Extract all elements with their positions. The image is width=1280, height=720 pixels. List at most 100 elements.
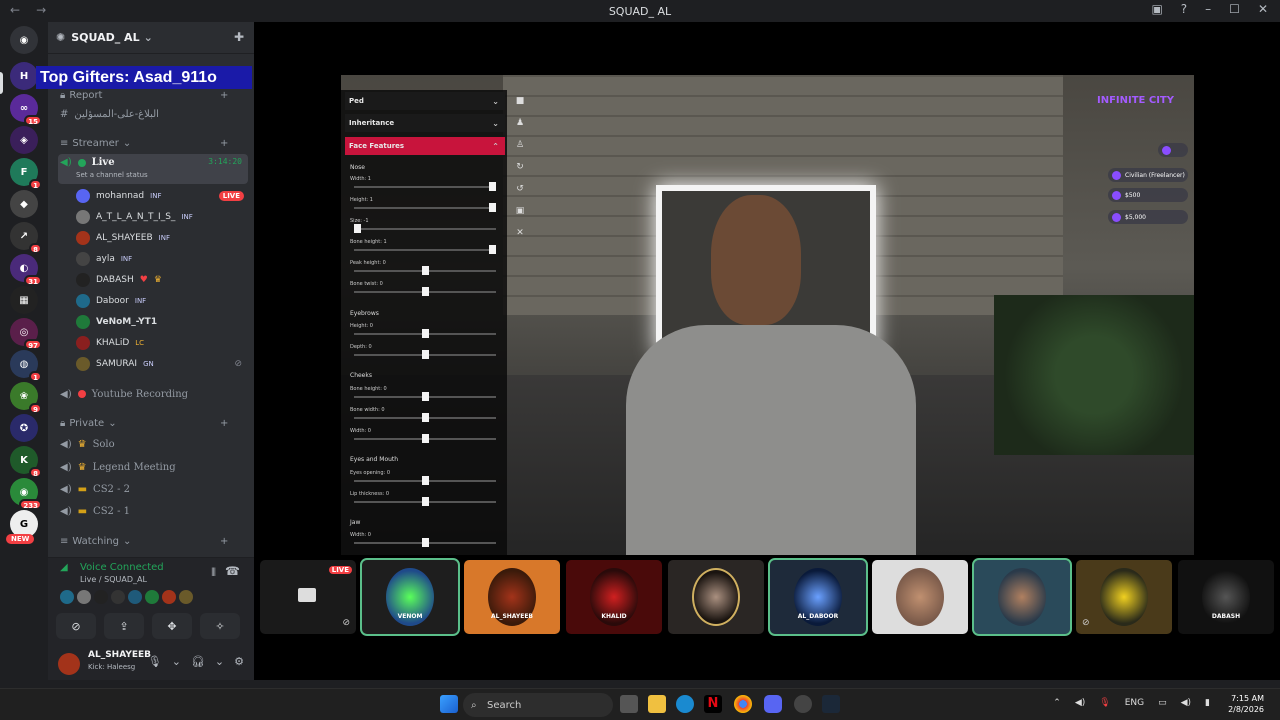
category-watching[interactable]: ≡ Watching ⌄ + bbox=[60, 536, 228, 547]
category-streamer[interactable]: ≡ Streamer ⌄ + bbox=[60, 138, 228, 149]
minimize-button[interactable]: – bbox=[1205, 2, 1211, 16]
soundboard-button[interactable]: ✧ bbox=[200, 613, 240, 639]
invite-people-icon[interactable]: ✚ bbox=[234, 30, 244, 44]
server-icon[interactable]: ◐ 31 bbox=[10, 254, 42, 286]
figure-icon[interactable]: ♙ bbox=[513, 138, 527, 152]
clock[interactable]: 7:15 AM 2/8/2026 bbox=[1228, 693, 1264, 715]
channel-live[interactable]: ◀) Live 3:14:20 Set a channel status bbox=[58, 154, 248, 184]
slider-row[interactable]: Width: 1 bbox=[350, 176, 501, 192]
add-channel-icon[interactable]: + bbox=[220, 90, 228, 101]
network-icon[interactable]: ▭ bbox=[1158, 698, 1167, 708]
server-icon[interactable]: ▦ bbox=[10, 286, 38, 314]
avatar[interactable] bbox=[77, 590, 91, 604]
voice-member[interactable]: mohannad INF LIVE bbox=[76, 186, 246, 206]
server-icon[interactable]: ◈ bbox=[10, 126, 38, 154]
server-icon[interactable]: ↗ 8 bbox=[10, 222, 42, 254]
tab-face-features[interactable]: Face Features ⌃ bbox=[345, 137, 505, 155]
server-icon[interactable]: H bbox=[10, 62, 38, 90]
slider-handle[interactable] bbox=[354, 224, 361, 233]
slider-row[interactable]: Height: 0 bbox=[350, 323, 501, 339]
slider-handle[interactable] bbox=[489, 203, 496, 212]
voice-member[interactable]: KHALiD LC bbox=[76, 333, 246, 353]
camera-icon[interactable]: ■ bbox=[513, 94, 527, 108]
avatar[interactable] bbox=[58, 652, 80, 675]
participant-tile-samurai[interactable]: ⊘ bbox=[1076, 560, 1172, 634]
slider-handle[interactable] bbox=[421, 266, 429, 275]
netflix-icon[interactable]: N bbox=[704, 695, 722, 713]
slider-row[interactable]: Height: 1 bbox=[350, 197, 501, 213]
server-icon[interactable]: ❀ 9 bbox=[10, 382, 42, 414]
voice-member[interactable]: SAMURAI GN ⊘ bbox=[76, 354, 246, 374]
slider-track[interactable] bbox=[354, 228, 496, 230]
slider-track[interactable] bbox=[354, 249, 496, 251]
file-explorer-icon[interactable] bbox=[648, 695, 666, 713]
slider-handle[interactable] bbox=[421, 350, 429, 359]
server-header[interactable]: ✺ SQUAD_ AL ⌄ ✚ bbox=[48, 22, 254, 54]
participant-tile-venom[interactable]: VENOM bbox=[360, 558, 460, 636]
slider-row[interactable]: Lip thickness: 0 bbox=[350, 491, 501, 507]
slider-handle[interactable] bbox=[421, 392, 429, 401]
undo-icon[interactable]: ↺ bbox=[513, 182, 527, 196]
channel-youtube-recording[interactable]: ◀) Youtube Recording bbox=[58, 384, 248, 404]
server-icon[interactable]: ◆ bbox=[10, 190, 38, 218]
participant-tile-self[interactable]: LIVE ⊘ bbox=[260, 560, 356, 634]
noise-suppression-icon[interactable]: ⦀ bbox=[211, 566, 216, 580]
settings-icon[interactable]: ⚙ bbox=[234, 655, 244, 668]
voice-member[interactable]: A_T_L_A_N_T_I_S_ INF bbox=[76, 207, 246, 227]
category-private[interactable]: 🔒︎ Private ⌄ + bbox=[60, 418, 228, 429]
server-icon[interactable]: ✪ bbox=[10, 414, 38, 442]
slider-row[interactable]: Width: 0 bbox=[350, 428, 501, 444]
server-icon[interactable]: ◉ 233 bbox=[10, 478, 42, 510]
add-channel-icon[interactable]: + bbox=[220, 138, 228, 149]
voice-member[interactable]: AL_SHAYEEB INF bbox=[76, 228, 246, 248]
avatar[interactable] bbox=[94, 590, 108, 604]
microphone-icon[interactable]: 🎙︎ bbox=[1099, 698, 1110, 708]
server-icon[interactable]: ◍ 1 bbox=[10, 350, 42, 382]
close-button[interactable]: ✕ bbox=[1258, 2, 1268, 16]
share-screen-button[interactable]: ⇪ bbox=[104, 613, 144, 639]
participant-tile-alshayeeb[interactable]: AL_SHAYEEB bbox=[464, 560, 560, 634]
slider-row[interactable]: Peak height: 0 bbox=[350, 260, 501, 276]
channel-solo[interactable]: ◀) ♛ Solo bbox=[58, 434, 248, 454]
save-icon[interactable]: ▣ bbox=[513, 204, 527, 218]
voice-member[interactable]: DABASH ♥ ♛ bbox=[76, 270, 246, 290]
avatar[interactable] bbox=[128, 590, 142, 604]
participant-tile-atlantis[interactable] bbox=[972, 558, 1072, 636]
slider-row[interactable]: Depth: 0 bbox=[350, 344, 501, 360]
slider-row[interactable]: Width: 0 bbox=[350, 532, 501, 548]
battery-icon[interactable]: ▮ bbox=[1205, 698, 1210, 708]
volume-icon[interactable]: ◀) bbox=[1181, 698, 1191, 708]
channel-report[interactable]: # البلاغ-على-المسؤلين bbox=[58, 104, 248, 124]
voice-location[interactable]: Live / SQUAD_AL bbox=[60, 575, 147, 584]
channel-status-input[interactable]: Set a channel status bbox=[76, 171, 148, 179]
rotate-icon[interactable]: ↻ bbox=[513, 160, 527, 174]
channel-legend-meeting[interactable]: ◀) ♛ Legend Meeting bbox=[58, 457, 248, 477]
tab-ped[interactable]: Ped ⌄ bbox=[345, 92, 505, 110]
chevron-down-icon[interactable]: ⌄ bbox=[215, 655, 224, 668]
avatar[interactable] bbox=[162, 590, 176, 604]
inbox-icon[interactable]: ▣ bbox=[1151, 2, 1162, 16]
steam-icon[interactable] bbox=[822, 695, 840, 713]
chevron-down-icon[interactable]: ⌄ bbox=[172, 655, 181, 668]
slider-handle[interactable] bbox=[421, 329, 429, 338]
slider-handle[interactable] bbox=[489, 182, 496, 191]
channel-cs2-2[interactable]: ◀) ▬ CS2 - 2 bbox=[58, 479, 248, 499]
activities-button[interactable]: ✥ bbox=[152, 613, 192, 639]
slider-handle[interactable] bbox=[421, 476, 429, 485]
slider-handle[interactable] bbox=[421, 434, 429, 443]
help-icon[interactable]: ? bbox=[1181, 2, 1187, 16]
speaker-icon[interactable]: ◀) bbox=[1075, 698, 1085, 708]
language-indicator[interactable]: ENG bbox=[1125, 698, 1144, 708]
avatar[interactable] bbox=[145, 590, 159, 604]
headphones-icon[interactable]: 🎧︎ bbox=[191, 655, 205, 668]
server-icon[interactable]: ◎ 97 bbox=[10, 318, 42, 350]
voice-member[interactable]: Daboor INF bbox=[76, 291, 246, 311]
participant-tile-mohannad[interactable] bbox=[872, 560, 968, 634]
slider-row[interactable]: Bone twist: 0 bbox=[350, 281, 501, 297]
taskbar-search[interactable]: ⌕ Search bbox=[463, 693, 613, 717]
close-icon[interactable]: ✕ bbox=[513, 226, 527, 240]
server-icon[interactable]: K8 bbox=[10, 446, 42, 478]
slider-handle[interactable] bbox=[421, 287, 429, 296]
slider-row[interactable]: Eyes opening: 0 bbox=[350, 470, 501, 486]
slider-track[interactable] bbox=[354, 207, 496, 209]
